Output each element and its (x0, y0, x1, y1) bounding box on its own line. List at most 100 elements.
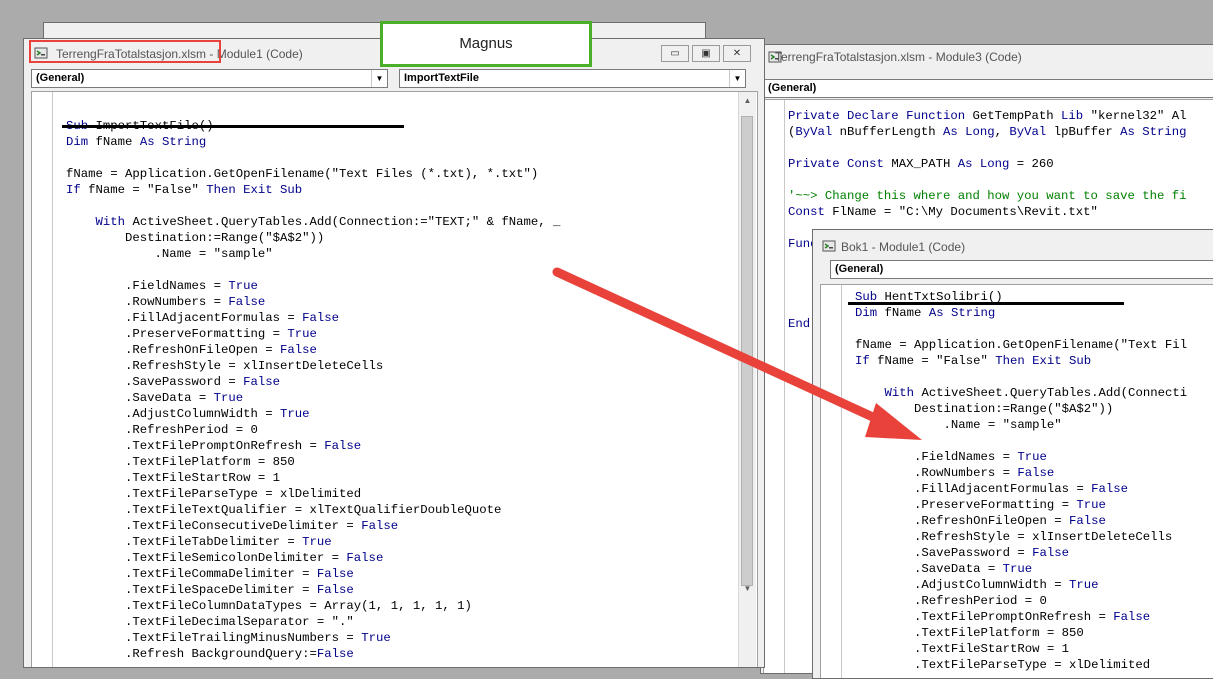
code-line[interactable]: .Name = "sample" (855, 417, 1187, 433)
restore-button[interactable]: ▣ (692, 45, 720, 62)
code-line[interactable]: .RefreshStyle = xlInsertDeleteCells (855, 529, 1187, 545)
code-line[interactable]: Const FlName = "C:\My Documents\Revit.tx… (788, 204, 1187, 220)
module1-code-pane[interactable]: Sub ImportTextFile()Dim fName As Stringf… (31, 91, 758, 667)
procedure-combo-value: ImportTextFile (404, 72, 479, 84)
module3-titlebar[interactable]: TerrengFraTotalstasjon.xlsm - Module3 (C… (761, 45, 1213, 69)
code-line[interactable]: .TextFileStartRow = 1 (855, 641, 1187, 657)
code-line[interactable]: .TextFileTextQualifier = xlTextQualifier… (66, 502, 560, 518)
code-line[interactable]: .PreserveFormatting = True (855, 497, 1187, 513)
chevron-down-icon[interactable]: ▼ (729, 70, 745, 87)
code-token: As String (928, 306, 996, 320)
code-line[interactable]: .TextFileTrailingMinusNumbers = True (66, 630, 560, 646)
code-line[interactable]: .RowNumbers = False (66, 294, 560, 310)
code-line[interactable]: .TextFilePromptOnRefresh = False (66, 438, 560, 454)
code-token: False (1032, 546, 1070, 560)
code-token: , (994, 125, 1010, 139)
code-line[interactable]: .RefreshPeriod = 0 (855, 593, 1187, 609)
code-line[interactable]: fName = Application.GetOpenFilename("Tex… (855, 337, 1187, 353)
code-line[interactable]: With ActiveSheet.QueryTables.Add(Connect… (66, 214, 561, 230)
bok1-window[interactable]: Bok1 - Module1 (Code) (General) Sub Hent… (812, 229, 1213, 679)
code-token: FlName = "C:\My Documents\Revit.txt" (832, 205, 1098, 219)
code-line[interactable]: .TextFileColumnDataTypes = Array(1, 1, 1… (66, 598, 560, 614)
code-line[interactable] (788, 172, 1187, 188)
chevron-down-icon[interactable]: ▼ (371, 70, 387, 87)
code-line[interactable]: Private Const MAX_PATH As Long = 260 (788, 156, 1187, 172)
scroll-up-icon[interactable]: ▲ (739, 92, 756, 109)
code-line[interactable]: .SavePassword = False (855, 545, 1187, 561)
code-line[interactable]: If fName = "False" Then Exit Sub (855, 353, 1187, 369)
code-line[interactable]: .FieldNames = True (855, 449, 1187, 465)
code-line[interactable]: .TextFileTabDelimiter = True (66, 534, 560, 550)
code-line[interactable]: .FieldNames = True (66, 278, 560, 294)
code-line[interactable] (855, 321, 1187, 337)
code-line[interactable]: .TextFileSpaceDelimiter = False (66, 582, 560, 598)
code-token: As Long (957, 157, 1017, 171)
code-line[interactable] (66, 262, 560, 278)
code-line[interactable] (66, 102, 560, 118)
code-line[interactable]: .RefreshStyle = xlInsertDeleteCells (66, 358, 560, 374)
code-line[interactable]: Dim fName As String (855, 305, 1187, 321)
code-token: .Name = "sample" (855, 418, 1062, 432)
code-line[interactable]: .FillAdjacentFormulas = False (855, 481, 1187, 497)
code-line[interactable]: .TextFilePlatform = 850 (855, 625, 1187, 641)
code-line[interactable]: .FillAdjacentFormulas = False (66, 310, 560, 326)
code-token: True (1076, 498, 1106, 512)
code-line[interactable]: Dim fName As String (66, 134, 560, 150)
code-line[interactable]: .Name = "sample" (66, 246, 560, 262)
code-line[interactable]: If fName = "False" Then Exit Sub (66, 182, 560, 198)
code-line[interactable]: .SaveData = True (855, 561, 1187, 577)
code-line[interactable]: .SaveData = True (66, 390, 560, 406)
object-combo[interactable]: (General) ▼ (31, 69, 388, 88)
procedure-combo[interactable]: ImportTextFile ▼ (399, 69, 746, 88)
code-line[interactable]: .RefreshOnFileOpen = False (66, 342, 560, 358)
module3-general-combo[interactable]: (General) (763, 79, 1213, 98)
code-line[interactable] (66, 198, 560, 214)
vertical-scrollbar[interactable]: ▲ ▼ (738, 92, 756, 667)
module1-window[interactable]: TerrengFraTotalstasjon.xlsm - Module1 (C… (23, 38, 765, 668)
code-line[interactable] (855, 433, 1187, 449)
code-line[interactable]: .RefreshPeriod = 0 (66, 422, 560, 438)
code-line[interactable]: .TextFileDecimalSeparator = "." (66, 614, 560, 630)
code-line[interactable]: '~~> Change this where and how you want … (788, 188, 1187, 204)
code-line[interactable] (855, 369, 1187, 385)
code-line[interactable]: fName = Application.GetOpenFilename("Tex… (66, 166, 560, 182)
code-token: False (316, 567, 354, 581)
code-line[interactable]: .TextFileParseType = xlDelimited (66, 486, 560, 502)
code-line[interactable]: .RowNumbers = False (855, 465, 1187, 481)
code-line[interactable]: Private Declare Function GetTempPath Lib… (788, 108, 1187, 124)
code-line[interactable]: .Refresh BackgroundQuery:=False (66, 646, 560, 662)
code-line[interactable]: .TextFilePlatform = 850 (66, 454, 560, 470)
title-highlight-box (29, 40, 221, 63)
code-token: False (1069, 514, 1106, 528)
code-line[interactable]: .TextFileSemicolonDelimiter = False (66, 550, 560, 566)
code-token: .RefreshPeriod = 0 (855, 594, 1047, 608)
bok1-titlebar[interactable]: Bok1 - Module1 (Code) (813, 230, 1213, 254)
code-line[interactable]: .AdjustColumnWidth = True (66, 406, 560, 422)
code-line[interactable]: .RefreshOnFileOpen = False (855, 513, 1187, 529)
code-line[interactable]: .AdjustColumnWidth = True (855, 577, 1187, 593)
code-line[interactable]: .SavePassword = False (66, 374, 560, 390)
minimize-button[interactable]: ▭ (661, 45, 689, 62)
close-button[interactable]: ✕ (723, 45, 751, 62)
scroll-thumb[interactable] (741, 116, 753, 586)
code-line[interactable]: (ByVal nBufferLength As Long, ByVal lpBu… (788, 124, 1187, 140)
code-line[interactable]: .TextFilePromptOnRefresh = False (855, 609, 1187, 625)
code-line[interactable]: .TextFileCommaDelimiter = False (66, 566, 560, 582)
code-line[interactable]: .TextFileConsecutiveDelimiter = False (66, 518, 560, 534)
scroll-down-icon[interactable]: ▼ (739, 580, 756, 597)
code-line[interactable] (788, 140, 1187, 156)
module1-code-text[interactable]: Sub ImportTextFile()Dim fName As Stringf… (66, 102, 560, 662)
code-line[interactable]: Destination:=Range("$A$2")) (855, 401, 1187, 417)
bok1-code-text[interactable]: Sub HentTxtSolibri() Dim fName As String f… (855, 289, 1187, 673)
code-line[interactable]: .PreserveFormatting = True (66, 326, 560, 342)
code-token: False (243, 375, 281, 389)
code-line[interactable]: .TextFileParseType = xlDelimited (855, 657, 1187, 673)
bok1-general-combo[interactable]: (General) (830, 260, 1213, 279)
code-line[interactable]: With ActiveSheet.QueryTables.Add(Connect… (855, 385, 1188, 401)
code-token: False (324, 439, 362, 453)
code-line[interactable]: .TextFileStartRow = 1 (66, 470, 560, 486)
code-line[interactable]: Destination:=Range("$A$2")) (66, 230, 560, 246)
bok1-code-pane[interactable]: Sub HentTxtSolibri() Dim fName As String f… (820, 284, 1213, 678)
code-line[interactable] (66, 150, 560, 166)
code-token: fName (95, 135, 140, 149)
